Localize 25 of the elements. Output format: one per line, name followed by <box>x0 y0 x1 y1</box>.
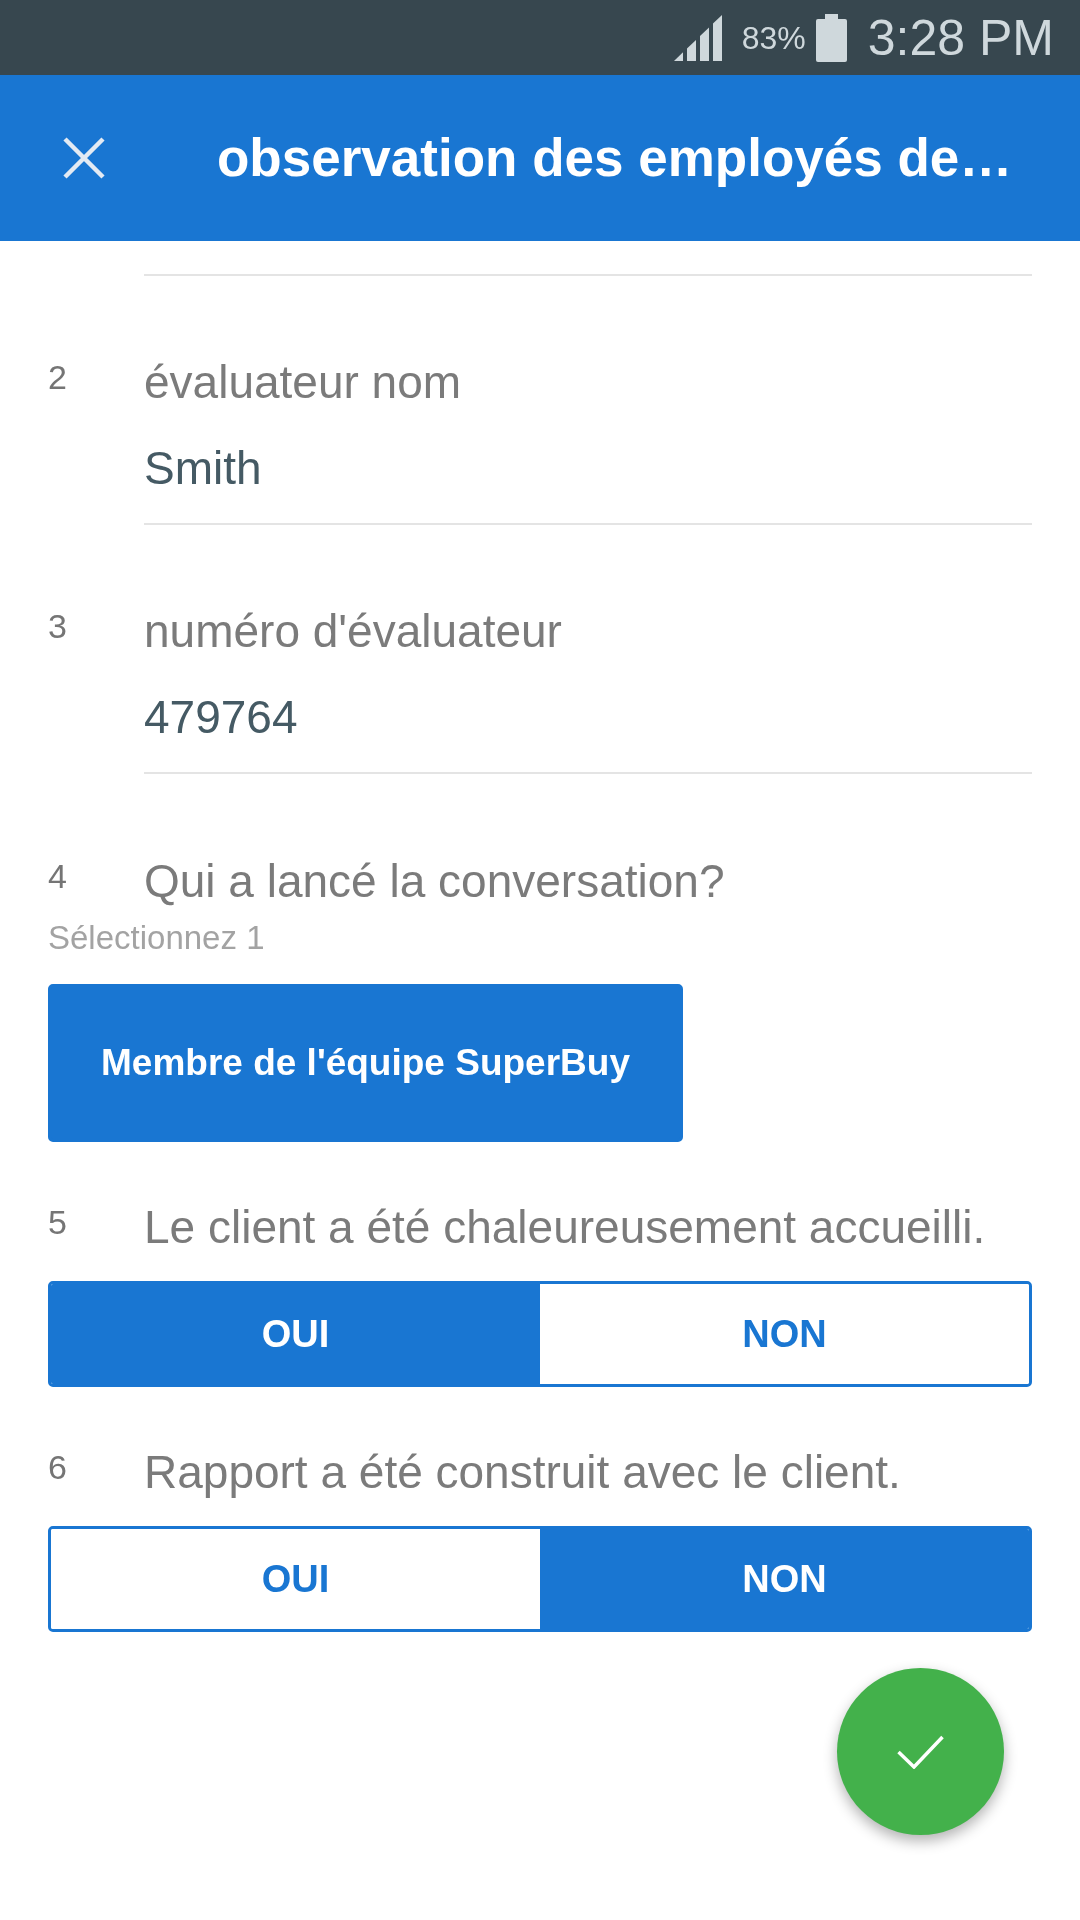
question-number: 4 <box>48 856 68 896</box>
confirm-button[interactable] <box>837 1668 1004 1835</box>
text-field[interactable]: Smith <box>144 443 1032 525</box>
check-icon <box>897 1734 944 1769</box>
question-number: 3 <box>48 606 68 646</box>
close-icon <box>63 137 105 179</box>
form-title: observation des employés de… <box>217 127 1013 190</box>
question-label: numéro d'évaluateur <box>144 606 562 656</box>
question-label: Rapport a été construit avec le client. <box>144 1447 901 1497</box>
selection-hint: Sélectionnez 1 <box>48 920 266 956</box>
signal-icon <box>673 14 723 61</box>
battery-percentage: 83% <box>741 21 806 54</box>
question-number: 6 <box>48 1447 68 1487</box>
close-button[interactable] <box>63 137 105 179</box>
choice-option-button[interactable]: Membre de l'équipe SuperBuy <box>48 984 683 1142</box>
battery-icon <box>815 13 847 62</box>
answer-option-button[interactable]: OUI <box>51 1284 540 1384</box>
text-field[interactable]: 479764 <box>144 692 1032 774</box>
question-label: Le client a été chaleureusement accueilli. <box>144 1202 986 1252</box>
question-number: 5 <box>48 1202 68 1242</box>
answer-option-button[interactable]: NON <box>540 1529 1029 1629</box>
question-number: 2 <box>48 357 68 397</box>
question-label: Qui a lancé la conversation? <box>144 856 725 906</box>
clock-time: 3:28 PM <box>867 12 1054 63</box>
question-label: évaluateur nom <box>144 357 462 407</box>
